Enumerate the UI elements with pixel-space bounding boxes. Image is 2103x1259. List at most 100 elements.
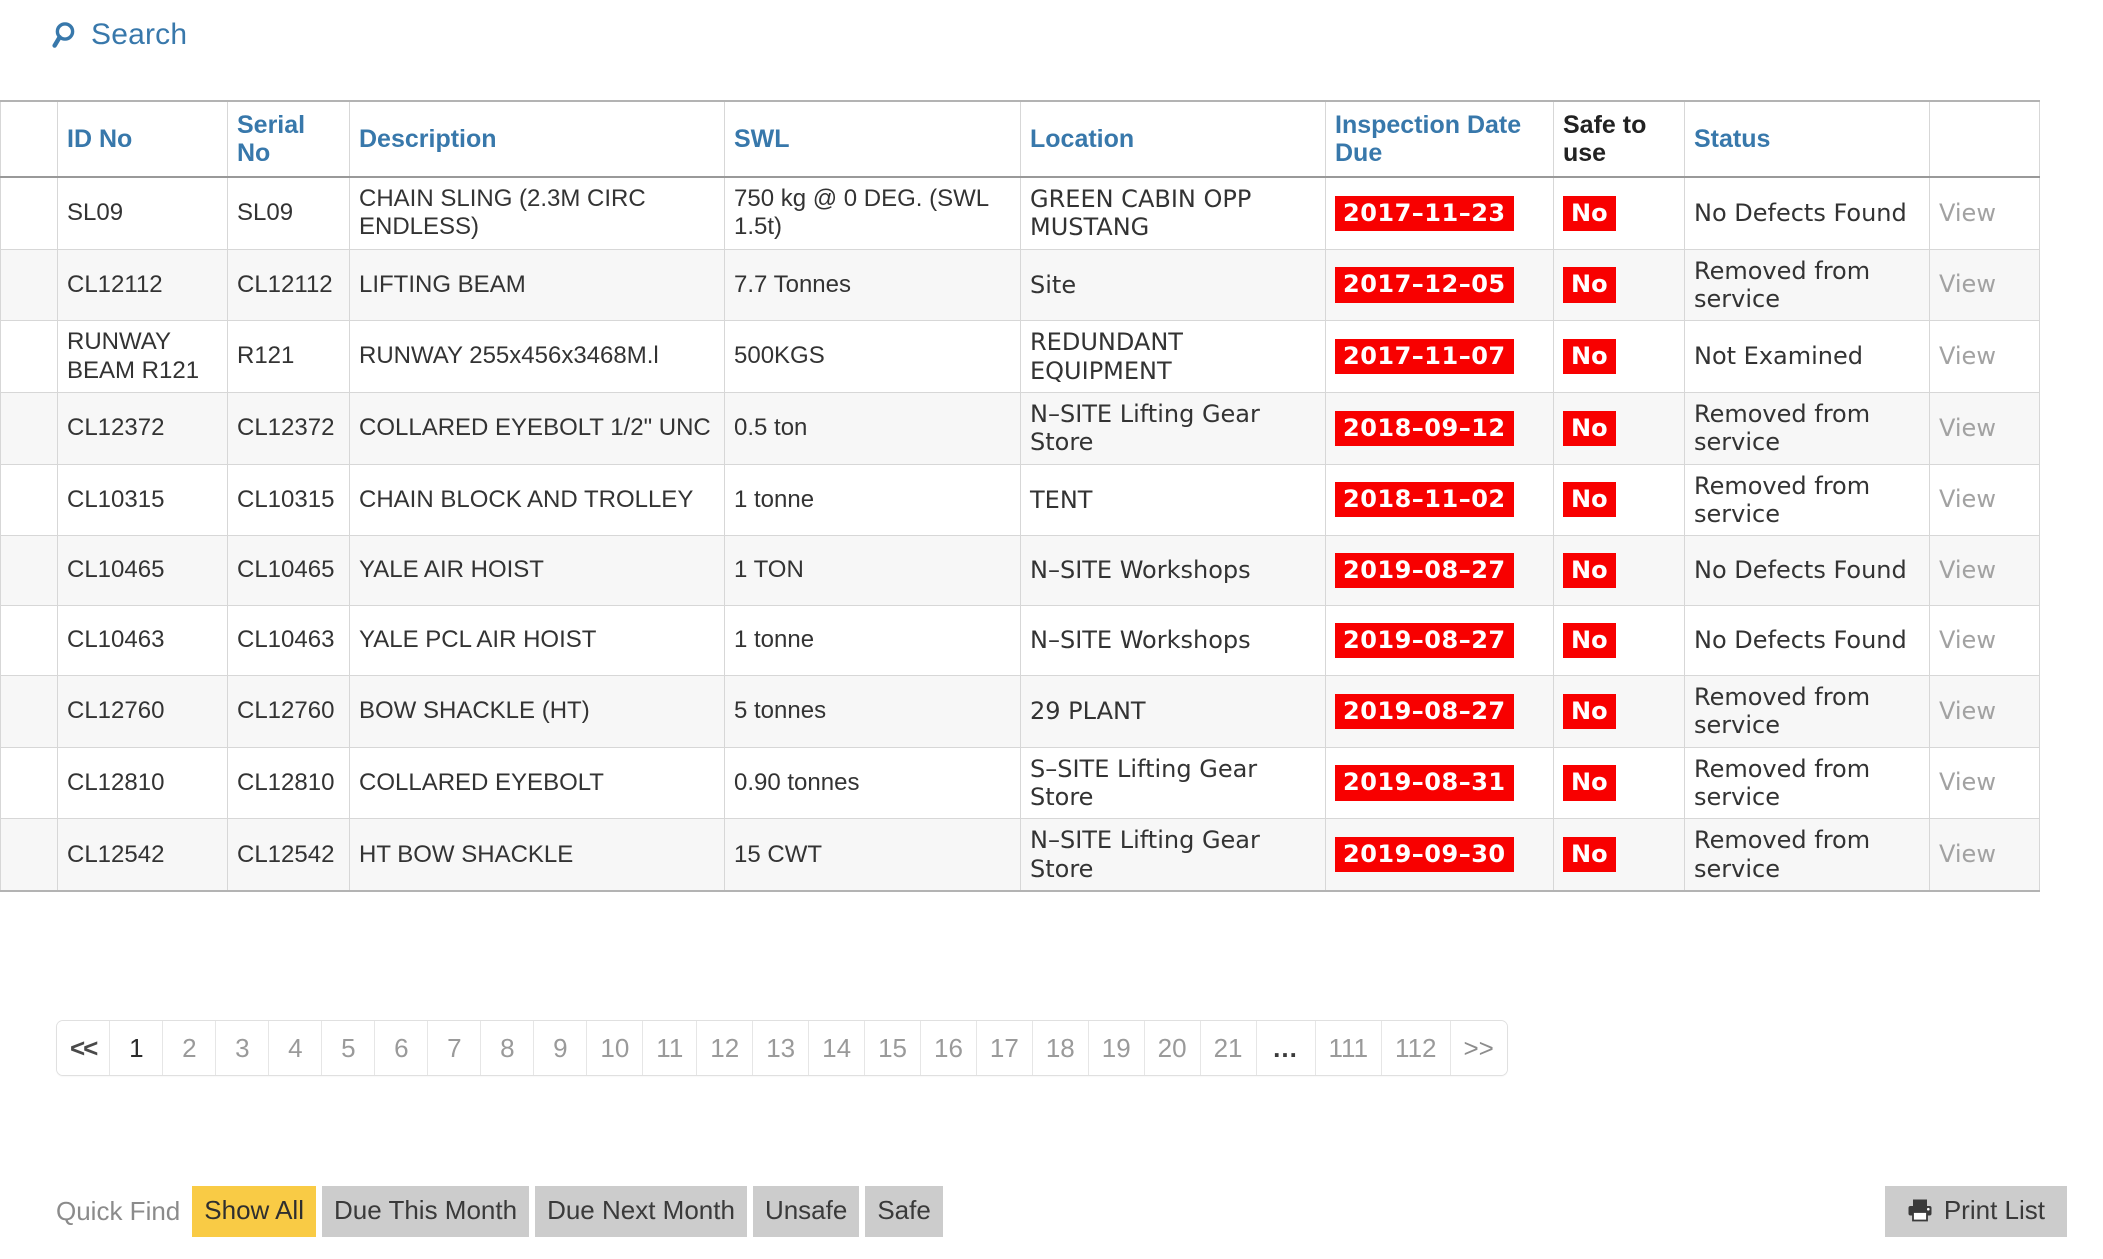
view-link[interactable]: View <box>1939 414 1996 442</box>
table-row: CL10465 CL10465 YALE AIR HOIST 1 TON N–SITE … <box>0 535 2040 607</box>
overdue-date-badge: 2017–12–05 <box>1335 267 1514 303</box>
pagination-page-19[interactable]: 19 <box>1088 1021 1145 1075</box>
cell-status: Removed from service <box>1684 391 1930 465</box>
print-list-wrapper: Print List <box>1884 1186 2067 1237</box>
pagination-page-20[interactable]: 20 <box>1144 1021 1201 1075</box>
cell-serial-no: CL10465 <box>227 535 350 607</box>
cell-inspection-date-due: 2019–08–31 <box>1325 746 1554 820</box>
column-header-serial-no[interactable]: Serial No <box>227 100 350 178</box>
pagination-page-21[interactable]: 21 <box>1200 1021 1257 1075</box>
view-link[interactable]: View <box>1939 697 1996 725</box>
cell-view[interactable]: View <box>1929 605 2040 677</box>
table-row: CL12760 CL12760 BOW SHACKLE (HT) 5 tonnes 29… <box>0 675 2040 748</box>
pagination-page-112[interactable]: 112 <box>1382 1021 1451 1075</box>
column-header-location[interactable]: Location <box>1020 100 1326 178</box>
view-link[interactable]: View <box>1939 626 1996 654</box>
row-blank-cell <box>0 463 58 537</box>
quick-find-button-safe[interactable]: Safe <box>865 1186 943 1237</box>
quick-find-buttons: Show All Due This Month Due Next Month Unsa… <box>192 1186 943 1237</box>
pagination-page-2[interactable]: 2 <box>163 1021 217 1075</box>
cell-inspection-date-due: 2018–09–12 <box>1325 391 1554 465</box>
cell-id-no: CL12372 <box>57 391 228 465</box>
cell-id-no: CL12542 <box>57 818 228 893</box>
pagination[interactable]: << 1 2 3 4 5 6 7 8 9 10 11 12 13 14 15 16 17 18 19 20 21... 11… <box>56 1020 1508 1076</box>
cell-location: REDUNDANT EQUIPMENT <box>1020 320 1326 393</box>
view-link[interactable]: View <box>1939 556 1996 584</box>
print-list-button[interactable]: Print List <box>1884 1186 2067 1237</box>
pagination-prev[interactable]: << <box>57 1021 111 1075</box>
search-link[interactable]: Search <box>52 18 187 52</box>
cell-swl: 1 TON <box>724 535 1021 607</box>
safe-to-use-badge: No <box>1563 410 1616 446</box>
view-link[interactable]: View <box>1939 199 1996 227</box>
pagination-page-11[interactable]: 11 <box>643 1021 698 1075</box>
pagination-ellipsis[interactable]: ... <box>1256 1021 1316 1075</box>
pagination-page-16[interactable]: 16 <box>920 1021 977 1075</box>
quick-find-button-due-next-month[interactable]: Due Next Month <box>535 1186 747 1237</box>
safe-to-use-badge: No <box>1563 267 1616 303</box>
column-header-inspection-date-due[interactable]: Inspection Date Due <box>1325 100 1554 178</box>
pagination-page-9[interactable]: 9 <box>534 1021 588 1075</box>
pagination-page-5[interactable]: 5 <box>322 1021 376 1075</box>
pagination-page-8[interactable]: 8 <box>481 1021 535 1075</box>
cell-description: YALE PCL AIR HOIST <box>349 605 725 677</box>
pagination-page-17[interactable]: 17 <box>976 1021 1033 1075</box>
column-header-description[interactable]: Description <box>349 100 725 178</box>
row-blank-cell <box>0 320 58 393</box>
equipment-register-page: Search ID No Serial No Description SWL L… <box>0 0 2103 1259</box>
table-row: RUNWAY BEAM R121 R121 RUNWAY 255x456x3468M… <box>0 320 2040 393</box>
cell-inspection-date-due: 2017–11–23 <box>1325 176 1554 250</box>
cell-status: Removed from service <box>1684 675 1930 748</box>
pagination-page-14[interactable]: 14 <box>809 1021 866 1075</box>
cell-inspection-date-due: 2019–08–27 <box>1325 675 1554 748</box>
safe-to-use-badge: No <box>1563 338 1616 375</box>
cell-view[interactable]: View <box>1929 746 2040 820</box>
cell-id-no: RUNWAY BEAM R121 <box>57 320 228 393</box>
cell-safe-to-use: No <box>1553 818 1685 893</box>
cell-location: GREEN CABIN OPP MUSTANG <box>1020 176 1326 250</box>
cell-id-no: CL10465 <box>57 535 228 607</box>
pagination-page-13[interactable]: 13 <box>753 1021 810 1075</box>
cell-view[interactable]: View <box>1929 320 2040 393</box>
pagination-page-7[interactable]: 7 <box>428 1021 482 1075</box>
view-link[interactable]: View <box>1939 840 1996 868</box>
view-link[interactable]: View <box>1939 342 1996 370</box>
cell-view[interactable]: View <box>1929 818 2040 893</box>
table-row: CL10463 CL10463 YALE PCL AIR HOIST 1 tonne N… <box>0 605 2040 677</box>
cell-view[interactable]: View <box>1929 176 2040 250</box>
view-link[interactable]: View <box>1939 768 1996 796</box>
pagination-page-4[interactable]: 4 <box>269 1021 323 1075</box>
cell-view[interactable]: View <box>1929 463 2040 537</box>
cell-view[interactable]: View <box>1929 675 2040 748</box>
pagination-page-15[interactable]: 15 <box>865 1021 921 1075</box>
view-link[interactable]: View <box>1939 270 1996 298</box>
pagination-page-6[interactable]: 6 <box>375 1021 429 1075</box>
pagination-page-10[interactable]: 10 <box>587 1021 644 1075</box>
quick-find-bar: Quick Find Show All Due This Month Due Nex… <box>56 1186 943 1237</box>
cell-location: N–SITE Workshops <box>1020 535 1326 607</box>
view-link[interactable]: View <box>1939 485 1996 513</box>
quick-find-button-show-all[interactable]: Show All <box>192 1186 316 1237</box>
safe-to-use-badge: No <box>1563 552 1616 589</box>
cell-view[interactable]: View <box>1929 535 2040 607</box>
column-header-safe-to-use: Safe to use <box>1553 100 1685 178</box>
pagination-page-111[interactable]: 111 <box>1315 1021 1383 1075</box>
pagination-next[interactable]: >> <box>1450 1021 1507 1075</box>
cell-location: S–SITE Lifting Gear Store <box>1020 746 1326 820</box>
pagination-page-3[interactable]: 3 <box>216 1021 270 1075</box>
cell-swl: 500KGS <box>724 320 1021 393</box>
quick-find-button-due-this-month[interactable]: Due This Month <box>322 1186 530 1237</box>
overdue-date-badge: 2019–08–27 <box>1335 552 1514 589</box>
cell-description: BOW SHACKLE (HT) <box>349 675 725 748</box>
pagination-page-1[interactable]: 1 <box>110 1021 164 1075</box>
cell-location: TENT <box>1020 463 1326 537</box>
pagination-page-12[interactable]: 12 <box>697 1021 754 1075</box>
cell-view[interactable]: View <box>1929 248 2040 322</box>
column-header-swl[interactable]: SWL <box>724 100 1021 178</box>
cell-view[interactable]: View <box>1929 391 2040 465</box>
column-header-status[interactable]: Status <box>1684 100 1930 178</box>
pagination-page-18[interactable]: 18 <box>1032 1021 1089 1075</box>
quick-find-button-unsafe[interactable]: Unsafe <box>752 1186 860 1237</box>
column-header-id-no[interactable]: ID No <box>57 100 228 178</box>
cell-swl: 7.7 Tonnes <box>724 248 1021 322</box>
